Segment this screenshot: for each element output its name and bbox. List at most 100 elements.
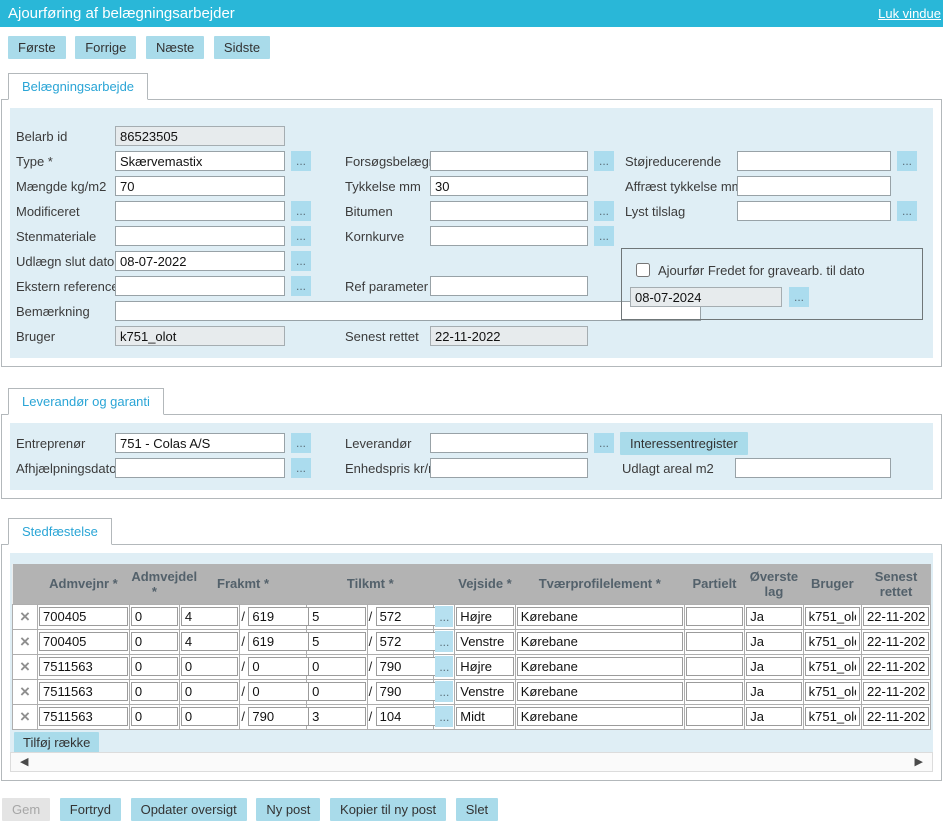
- partielt-input[interactable]: [686, 707, 744, 726]
- oeverste-lag-input[interactable]: [746, 657, 801, 676]
- vejside-input[interactable]: [456, 682, 514, 701]
- delete-row-icon[interactable]: ×: [14, 606, 36, 627]
- admvejdel-input[interactable]: [131, 707, 178, 726]
- lyst-tilslag-lookup-button[interactable]: ...: [897, 201, 917, 221]
- enhedspris-input[interactable]: [430, 458, 588, 478]
- oeverste-lag-input[interactable]: [746, 607, 801, 626]
- tab-stedfaestelse[interactable]: Stedfæstelse: [8, 518, 112, 545]
- first-record-button[interactable]: Første: [8, 36, 66, 59]
- leverandoer-lookup-button[interactable]: ...: [594, 433, 614, 453]
- next-record-button[interactable]: Næste: [146, 36, 204, 59]
- vejside-input[interactable]: [456, 607, 514, 626]
- frakmt-m-input[interactable]: [248, 707, 312, 726]
- vejside-input[interactable]: [456, 657, 514, 676]
- frakmt-km-input[interactable]: [181, 682, 239, 701]
- row-lookup-button[interactable]: ...: [435, 681, 453, 702]
- stenmateriale-lookup-button[interactable]: ...: [291, 226, 311, 246]
- bitumen-input[interactable]: [430, 201, 588, 221]
- tilkmt-km-input[interactable]: [308, 707, 366, 726]
- interessentregister-button[interactable]: Interessentregister: [620, 432, 748, 455]
- delete-row-icon[interactable]: ×: [14, 656, 36, 677]
- bemaerkning-input[interactable]: [115, 301, 701, 321]
- copy-to-new-record-button[interactable]: Kopier til ny post: [330, 798, 446, 821]
- udlaegn-slut-dato-input[interactable]: [115, 251, 285, 271]
- row-lookup-button[interactable]: ...: [435, 631, 453, 652]
- ekstern-reference-input[interactable]: [115, 276, 285, 296]
- previous-record-button[interactable]: Forrige: [75, 36, 136, 59]
- frakmt-m-input[interactable]: [248, 607, 312, 626]
- leverandoer-input[interactable]: [430, 433, 588, 453]
- row-lookup-button[interactable]: ...: [435, 606, 453, 627]
- frakmt-km-input[interactable]: [181, 632, 239, 651]
- tykkelse-input[interactable]: [430, 176, 588, 196]
- forsoegsbelaegning-lookup-button[interactable]: ...: [594, 151, 614, 171]
- scroll-right-icon[interactable]: ▶: [915, 753, 923, 771]
- add-row-button[interactable]: Tilføj række: [14, 732, 99, 753]
- frakmt-km-input[interactable]: [181, 707, 239, 726]
- maengde-input[interactable]: [115, 176, 285, 196]
- frakmt-m-input[interactable]: [248, 682, 312, 701]
- delete-row-icon[interactable]: ×: [14, 631, 36, 652]
- tvaerprofilelement-input[interactable]: [517, 632, 683, 651]
- udlaegn-slut-dato-lookup-button[interactable]: ...: [291, 251, 311, 271]
- delete-row-icon[interactable]: ×: [14, 681, 36, 702]
- stoejreducerende-lookup-button[interactable]: ...: [897, 151, 917, 171]
- cancel-button[interactable]: Fortryd: [60, 798, 121, 821]
- kornkurve-input[interactable]: [430, 226, 588, 246]
- modificeret-lookup-button[interactable]: ...: [291, 201, 311, 221]
- row-lookup-button[interactable]: ...: [435, 706, 453, 727]
- stenmateriale-input[interactable]: [115, 226, 285, 246]
- admvejnr-input[interactable]: [39, 632, 128, 651]
- tvaerprofilelement-input[interactable]: [517, 682, 683, 701]
- horizontal-scrollbar[interactable]: ◀ ▶: [10, 752, 933, 772]
- frakmt-m-input[interactable]: [248, 632, 312, 651]
- afhjaelpningsdato-lookup-button[interactable]: ...: [291, 458, 311, 478]
- type-input[interactable]: [115, 151, 285, 171]
- tilkmt-m-input[interactable]: [376, 607, 440, 626]
- last-record-button[interactable]: Sidste: [214, 36, 270, 59]
- tvaerprofilelement-input[interactable]: [517, 607, 683, 626]
- tab-leverandoer[interactable]: Leverandør og garanti: [8, 388, 164, 415]
- tilkmt-m-input[interactable]: [376, 632, 440, 651]
- forsoegsbelaegning-input[interactable]: [430, 151, 588, 171]
- kornkurve-lookup-button[interactable]: ...: [594, 226, 614, 246]
- frakmt-km-input[interactable]: [181, 657, 239, 676]
- tvaerprofilelement-input[interactable]: [517, 707, 683, 726]
- admvejnr-input[interactable]: [39, 682, 128, 701]
- admvejdel-input[interactable]: [131, 682, 178, 701]
- admvejnr-input[interactable]: [39, 657, 128, 676]
- fredet-checkbox[interactable]: [636, 263, 650, 277]
- affraest-tykkelse-input[interactable]: [737, 176, 891, 196]
- fredet-dato-lookup-button[interactable]: ...: [789, 287, 809, 307]
- delete-row-icon[interactable]: ×: [14, 706, 36, 727]
- admvejdel-input[interactable]: [131, 607, 178, 626]
- vejside-input[interactable]: [456, 707, 514, 726]
- frakmt-m-input[interactable]: [248, 657, 312, 676]
- row-lookup-button[interactable]: ...: [435, 656, 453, 677]
- entreprenoer-input[interactable]: [115, 433, 285, 453]
- tvaerprofilelement-input[interactable]: [517, 657, 683, 676]
- admvejnr-input[interactable]: [39, 607, 128, 626]
- afhjaelpningsdato-input[interactable]: [115, 458, 285, 478]
- oeverste-lag-input[interactable]: [746, 632, 801, 651]
- tilkmt-km-input[interactable]: [308, 657, 366, 676]
- tilkmt-m-input[interactable]: [376, 682, 440, 701]
- ekstern-reference-lookup-button[interactable]: ...: [291, 276, 311, 296]
- tab-belaegningsarbejde[interactable]: Belægningsarbejde: [8, 73, 148, 100]
- type-lookup-button[interactable]: ...: [291, 151, 311, 171]
- admvejdel-input[interactable]: [131, 657, 178, 676]
- update-overview-button[interactable]: Opdater oversigt: [131, 798, 247, 821]
- udlagt-areal-input[interactable]: [735, 458, 891, 478]
- scroll-left-icon[interactable]: ◀: [20, 753, 28, 771]
- frakmt-km-input[interactable]: [181, 607, 239, 626]
- entreprenoer-lookup-button[interactable]: ...: [291, 433, 311, 453]
- oeverste-lag-input[interactable]: [746, 682, 801, 701]
- admvejdel-input[interactable]: [131, 632, 178, 651]
- tilkmt-m-input[interactable]: [376, 707, 440, 726]
- tilkmt-m-input[interactable]: [376, 657, 440, 676]
- close-window-link[interactable]: Luk vindue: [878, 0, 941, 27]
- tilkmt-km-input[interactable]: [308, 682, 366, 701]
- new-record-button[interactable]: Ny post: [256, 798, 320, 821]
- bitumen-lookup-button[interactable]: ...: [594, 201, 614, 221]
- modificeret-input[interactable]: [115, 201, 285, 221]
